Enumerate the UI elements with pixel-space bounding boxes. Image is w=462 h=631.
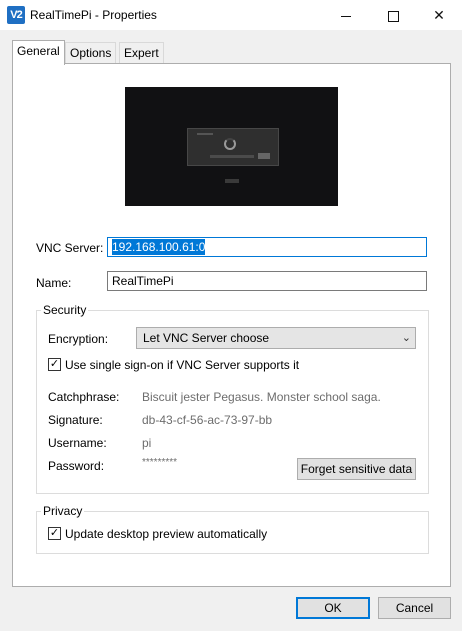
maximize-icon bbox=[387, 10, 399, 22]
tab-general[interactable]: General bbox=[12, 40, 65, 65]
preview-field-shape bbox=[210, 155, 254, 158]
chevron-down-icon: ⌄ bbox=[401, 332, 411, 344]
encryption-select[interactable]: Let VNC Server choose ⌄ bbox=[136, 327, 416, 349]
preview-title-shape bbox=[197, 133, 213, 135]
encryption-value: Let VNC Server choose bbox=[143, 331, 270, 345]
security-legend: Security bbox=[43, 303, 87, 317]
preview-spinner-icon bbox=[224, 138, 236, 150]
username-value: pi bbox=[142, 436, 152, 450]
catchphrase-label: Catchphrase: bbox=[48, 390, 120, 404]
update-preview-label[interactable]: Update desktop preview automatically bbox=[65, 527, 267, 541]
username-label: Username: bbox=[48, 436, 107, 450]
privacy-legend: Privacy bbox=[43, 504, 83, 518]
close-button[interactable]: ✕ bbox=[416, 0, 462, 30]
password-value: ********* bbox=[142, 457, 178, 468]
name-label: Name: bbox=[36, 276, 72, 290]
ok-button[interactable]: OK bbox=[296, 597, 370, 619]
close-icon: ✕ bbox=[433, 7, 445, 23]
sso-checkbox[interactable]: ✓ bbox=[48, 358, 61, 371]
vnc-server-value: 192.168.100.61:0 bbox=[112, 239, 206, 255]
update-preview-checkbox[interactable]: ✓ bbox=[48, 527, 61, 540]
window-title: RealTimePi - Properties bbox=[30, 8, 157, 22]
desktop-preview-image bbox=[125, 87, 338, 206]
title-bar: V2 RealTimePi - Properties ✕ bbox=[0, 0, 462, 30]
tab-options[interactable]: Options bbox=[65, 42, 117, 64]
password-label: Password: bbox=[48, 459, 105, 473]
vnc-server-input[interactable]: 192.168.100.61:0 bbox=[107, 237, 427, 257]
name-value: RealTimePi bbox=[112, 274, 174, 288]
catchphrase-value: Biscuit jester Pegasus. Monster school s… bbox=[142, 390, 381, 404]
tab-expert[interactable]: Expert bbox=[119, 42, 164, 64]
minimize-button[interactable] bbox=[323, 0, 369, 30]
signature-value: db-43-cf-56-ac-73-97-bb bbox=[142, 413, 273, 427]
preview-bottom-shape bbox=[225, 179, 239, 183]
encryption-label: Encryption: bbox=[48, 332, 109, 346]
signature-label: Signature: bbox=[48, 413, 103, 427]
forget-sensitive-data-button[interactable]: Forget sensitive data bbox=[297, 458, 416, 480]
vnc-viewer-app-icon: V2 bbox=[7, 6, 25, 24]
sso-label[interactable]: Use single sign-on if VNC Server support… bbox=[65, 358, 299, 372]
cancel-button[interactable]: Cancel bbox=[378, 597, 451, 619]
name-input[interactable]: RealTimePi bbox=[107, 271, 427, 291]
preview-button-shape bbox=[258, 153, 270, 159]
maximize-button[interactable] bbox=[370, 0, 416, 30]
vnc-server-label: VNC Server: bbox=[36, 241, 104, 255]
minimize-icon bbox=[341, 15, 351, 17]
